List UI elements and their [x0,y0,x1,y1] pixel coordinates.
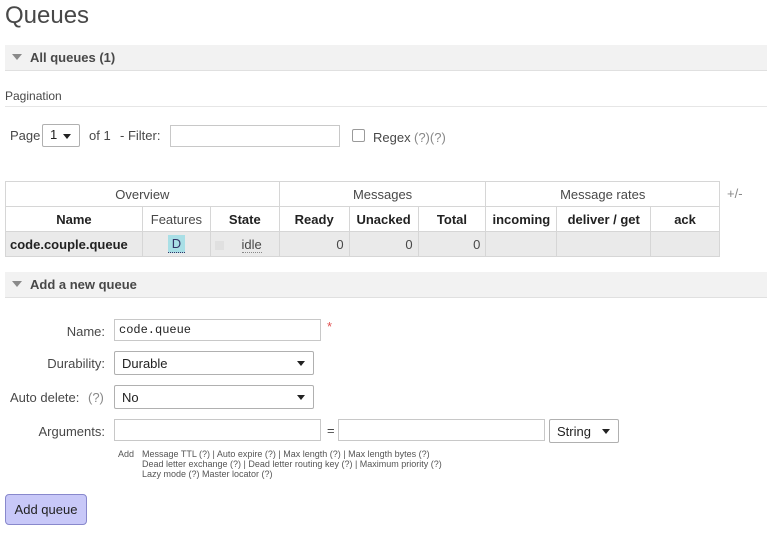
col-total[interactable]: Total [417,206,487,232]
argument-shortcut-line-3[interactable]: Lazy mode (?) Master locator (?) [142,469,273,480]
col-unacked[interactable]: Unacked [348,206,419,232]
chevron-down-icon [297,395,305,400]
argument-type-select[interactable]: String [549,419,619,443]
argument-type-value: String [557,424,591,439]
auto-delete-label: Auto delete: [10,390,80,405]
add-argument-label: Add [118,449,135,459]
total-count: 0 [417,231,487,257]
collapse-triangle-icon [12,54,22,60]
required-mark: * [327,319,333,334]
ack-rate [650,231,720,257]
col-incoming[interactable]: incoming [485,206,558,232]
add-queue-header: Add a new queue [30,277,137,292]
argument-value-input[interactable] [338,419,545,441]
chevron-down-icon [297,361,305,366]
equals-sign: = [327,423,335,438]
filter-label: - Filter: [120,128,161,143]
filter-input[interactable] [170,125,340,147]
queue-name-input[interactable]: code.queue [114,319,321,341]
page-select-value: 1 [50,127,58,142]
col-name[interactable]: Name [5,206,143,232]
ready-count: 0 [278,231,350,257]
page-label: Page [10,128,41,143]
col-features: Features [141,206,211,232]
regex-checkbox[interactable] [352,129,365,142]
page-count-label: of 1 [89,128,111,143]
durability-select[interactable]: Durable [114,351,314,375]
group-message-rates: Message rates [485,181,720,207]
auto-delete-value: No [122,390,139,405]
all-queues-section-toggle[interactable]: All queues (1) [5,45,767,71]
regex-label: Regex [373,130,411,145]
page-title: Queues [5,2,90,29]
col-deliver-get[interactable]: deliver / get [556,206,652,232]
argument-key-input[interactable] [114,419,321,441]
col-ack[interactable]: ack [650,206,720,232]
auto-delete-help-link[interactable]: (?) [88,390,104,405]
durable-feature-badge: D [167,235,186,253]
add-queue-section-toggle[interactable]: Add a new queue [5,272,767,298]
queue-name-link[interactable]: code.couple.queue [5,231,143,257]
chevron-down-icon [602,429,610,434]
col-ready[interactable]: Ready [278,206,350,232]
incoming-rate [485,231,558,257]
durability-label: Durability: [47,356,105,371]
collapse-triangle-icon [12,281,22,287]
queue-state: idle [241,236,262,253]
divider [5,106,767,107]
regex-help-link[interactable]: (?)(?) [414,130,446,145]
all-queues-header: All queues (1) [30,50,116,65]
name-label: Name: [66,324,105,339]
column-toggle-button[interactable]: +/- [727,186,743,201]
page-select[interactable]: 1 [42,124,80,147]
arguments-label: Arguments: [38,424,105,439]
group-messages: Messages [278,181,487,207]
pagination-label: Pagination [5,89,62,103]
col-state[interactable]: State [209,206,280,232]
queue-name-value: code.queue [119,323,192,337]
auto-delete-select[interactable]: No [114,385,314,409]
queues-table: Overview Messages Message rates Name Fea… [5,181,720,257]
features-cell: D [141,231,211,257]
durability-value: Durable [122,356,168,371]
deliver-get-rate [556,231,652,257]
table-row: code.couple.queue D idle 0 0 0 [5,231,720,257]
group-overview: Overview [5,181,280,207]
add-queue-button[interactable]: Add queue [5,494,87,525]
chevron-down-icon [63,133,71,139]
state-indicator-icon [214,240,224,250]
unacked-count: 0 [348,231,419,257]
state-cell: idle [209,231,280,257]
